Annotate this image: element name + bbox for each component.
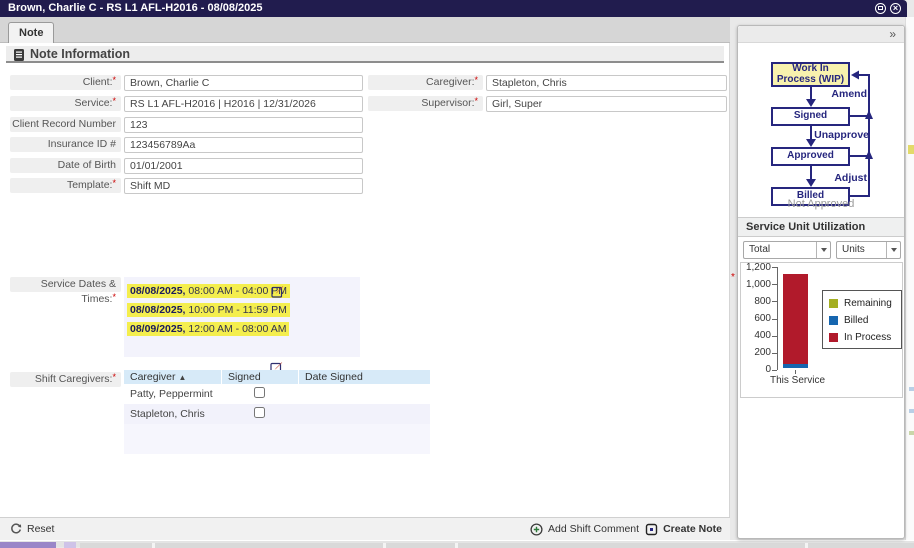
note-form-panel: Note Information Client:* Brown, Charlie…: [0, 43, 730, 517]
chevron-down-icon: [886, 242, 900, 258]
tab-strip: Note: [0, 17, 730, 43]
utilization-unit-select[interactable]: Units: [836, 241, 901, 259]
panel-header: »: [738, 26, 904, 43]
workflow-edge-adjust: Adjust: [834, 172, 867, 184]
tab-note[interactable]: Note: [8, 22, 55, 43]
service-date-row: 08/08/2025, 10:00 PM - 11:59 PM: [127, 300, 290, 336]
restore-window-icon[interactable]: [875, 3, 886, 14]
column-header-caregiver[interactable]: Caregiver ▲: [124, 370, 222, 384]
service-field[interactable]: RS L1 AFL-H2016 | H2016 | 12/31/2026: [124, 96, 363, 112]
page-title: Note Information: [30, 47, 130, 61]
table-empty-area: [124, 424, 430, 454]
workflow-box-wip: Work In Process (WIP): [771, 62, 850, 87]
service-label: Service:*: [10, 96, 121, 111]
service-date-row: 08/09/2025, 12:00 AM - 08:00 AM: [127, 319, 290, 374]
y-tick-label: 200: [754, 347, 771, 358]
y-axis: [777, 267, 778, 370]
sort-asc-icon: ▲: [178, 373, 187, 382]
create-note-icon: [645, 523, 658, 535]
note-clipboard-icon: [14, 49, 24, 61]
stacked-bar-this-service: [783, 265, 808, 368]
client-label: Client:*: [10, 75, 121, 90]
caregiver-field[interactable]: Stapleton, Chris: [486, 75, 727, 91]
client-record-number-label: Client Record Number: [10, 117, 121, 132]
template-field[interactable]: Shift MD: [124, 178, 363, 194]
section-header: Note Information: [6, 46, 724, 63]
reset-button[interactable]: Reset: [10, 523, 54, 535]
supervisor-label: Supervisor:*: [368, 96, 483, 111]
required-marker: *: [731, 272, 735, 283]
y-tick-label: 1,000: [745, 279, 771, 290]
signed-checkbox[interactable]: [254, 387, 265, 398]
footer-action-bar: Reset Add Shift Comment Create Note: [0, 517, 730, 540]
window-title: Brown, Charlie C - RS L1 AFL-H2016 - 08/…: [8, 2, 263, 14]
collapse-panel-icon[interactable]: »: [889, 26, 896, 42]
reset-icon: [11, 523, 22, 534]
workflow-diagram: Work In Process (WIP) Signed Approved Bi…: [738, 43, 904, 206]
table-row: Patty, Peppermint: [124, 384, 430, 404]
background-page-bottom: [0, 540, 914, 548]
utilization-chart: 1,200 1,000 800 600 400 200 0 This Servi…: [740, 262, 903, 398]
supervisor-field[interactable]: Girl, Super: [486, 96, 727, 112]
edit-icon[interactable]: [271, 285, 284, 298]
create-note-button[interactable]: Create Note: [645, 523, 722, 536]
service-dates-label: Service Dates & Times:*: [10, 277, 121, 305]
workflow-utilization-panel: » Work In Process (WIP) Signed Approved …: [737, 25, 905, 539]
chart-legend: Remaining Billed In Process: [822, 290, 902, 349]
date-of-birth-field[interactable]: 01/01/2001: [124, 158, 363, 174]
y-tick-label: 400: [754, 330, 771, 341]
utilization-header: Service Unit Utilization: [738, 217, 904, 237]
background-page-strip: [905, 17, 914, 540]
workflow-box-signed: Signed: [771, 107, 850, 126]
template-label: Template:*: [10, 178, 121, 193]
caregiver-label: Caregiver:*: [368, 75, 483, 90]
date-of-birth-label: Date of Birth: [10, 158, 121, 173]
service-dates-panel: 08/08/2025, 08:00 AM - 04:00 PM 08/08/20…: [124, 277, 360, 374]
service-date-row: 08/08/2025, 08:00 AM - 04:00 PM: [127, 281, 291, 298]
close-window-icon[interactable]: ×: [890, 3, 901, 14]
workflow-box-approved: Approved: [771, 147, 850, 166]
not-approved-status: Not Approved: [787, 198, 855, 210]
caregiver-name: Stapleton, Chris: [130, 408, 205, 420]
column-header-date-signed[interactable]: Date Signed: [299, 370, 430, 384]
workflow-edge-unapprove: Unapprove: [814, 129, 869, 141]
x-category-label: This Service: [769, 375, 825, 386]
chevron-down-icon: [816, 242, 830, 258]
column-header-signed[interactable]: Signed: [222, 370, 299, 384]
insurance-id-field[interactable]: 123456789Aa: [124, 137, 363, 153]
window-titlebar: Brown, Charlie C - RS L1 AFL-H2016 - 08/…: [0, 0, 907, 17]
utilization-scope-select[interactable]: Total: [743, 241, 831, 259]
shift-caregivers-table: Caregiver ▲ Signed Date Signed Patty, Pe…: [124, 370, 430, 454]
y-tick-label: 600: [754, 313, 771, 324]
shift-caregivers-label: Shift Caregivers:*: [10, 372, 121, 387]
x-axis-tick: [795, 370, 796, 374]
client-field[interactable]: Brown, Charlie C: [124, 75, 363, 91]
table-row: Stapleton, Chris: [124, 404, 430, 424]
y-tick-label: 0: [765, 364, 771, 375]
legend-swatch-inprocess: [829, 333, 838, 342]
y-tick-label: 800: [754, 296, 771, 307]
signed-checkbox[interactable]: [254, 407, 265, 418]
workflow-edge-amend: Amend: [831, 88, 867, 100]
add-circle-icon: [530, 522, 543, 536]
table-header-row: Caregiver ▲ Signed Date Signed: [124, 370, 430, 384]
add-shift-comment-button[interactable]: Add Shift Comment: [530, 522, 639, 536]
caregiver-name: Patty, Peppermint: [130, 388, 213, 400]
y-tick-label: 1,200: [745, 262, 771, 273]
legend-swatch-billed: [829, 316, 838, 325]
legend-swatch-remaining: [829, 299, 838, 308]
client-record-number-field[interactable]: 123: [124, 117, 363, 133]
insurance-id-label: Insurance ID #: [10, 137, 121, 152]
